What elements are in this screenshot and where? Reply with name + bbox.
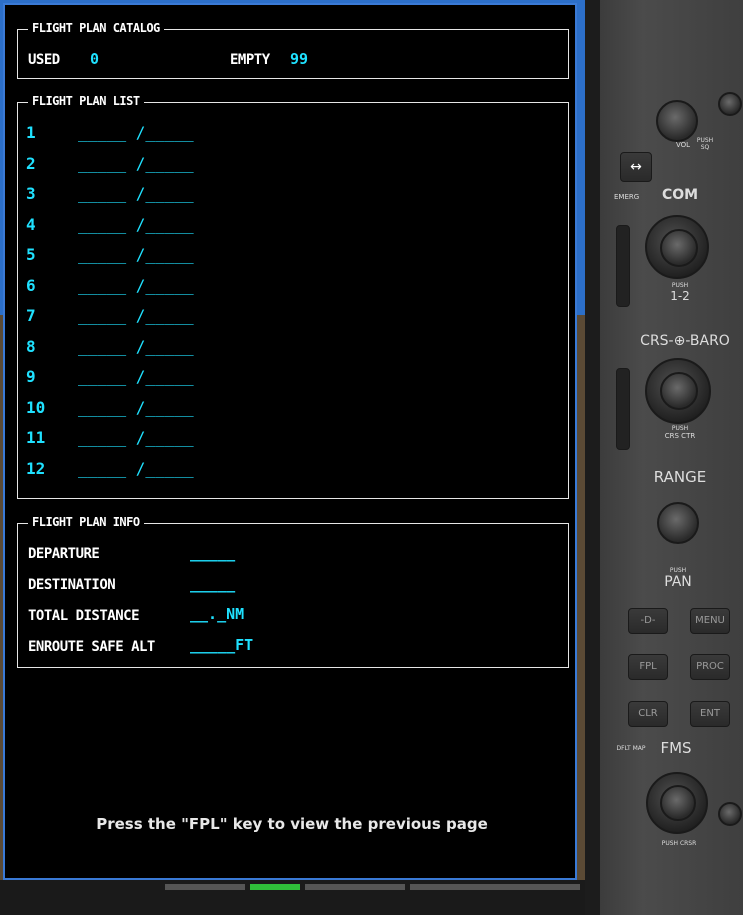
pan-label: PAN <box>664 574 692 590</box>
left-slot-1 <box>616 225 630 307</box>
crs-push-label: PUSH <box>671 425 689 432</box>
pan-push-label: PUSH <box>669 567 687 574</box>
right-bezel: VOL PUSH SQ ↔ EMERG COM PUSH 1-2 CRS-⊕-B… <box>600 0 743 915</box>
com-push-value: 1-2 <box>670 289 690 303</box>
flight-plan-catalog-page: FLIGHT PLAN CATALOG USED 0 EMPTY 99 FLIG… <box>3 3 577 880</box>
left-slot-2 <box>616 368 630 450</box>
flight-plan-number: 10 <box>26 397 46 417</box>
flight-plan-number: 11 <box>26 428 46 447</box>
enroute-safe-alt-label: ENROUTE SAFE ALT <box>28 639 155 655</box>
ent-key[interactable]: ENT <box>690 701 730 727</box>
small-knob-top-right[interactable] <box>718 92 742 116</box>
flight-plan-entry: _____ /_____ <box>78 367 194 386</box>
flight-plan-list-row[interactable]: 4 _____ /_____ <box>26 215 326 243</box>
flight-plan-list-title: FLIGHT PLAN LIST <box>28 94 144 108</box>
enroute-safe-alt-value: _____FT <box>190 636 254 654</box>
flight-plan-number: 8 <box>26 336 36 356</box>
flight-plan-info-title: FLIGHT PLAN INFO <box>28 515 144 529</box>
menu-key[interactable]: MENU <box>690 608 730 634</box>
crs-push-value: CRS CTR <box>664 432 696 440</box>
fpl-key[interactable]: FPL <box>628 654 668 680</box>
used-label: USED <box>28 52 60 68</box>
vol-push-label: PUSH SQ <box>696 137 714 151</box>
flight-plan-number: 5 <box>26 245 36 264</box>
flight-plan-number: 7 <box>26 306 36 325</box>
direct-to-key[interactable]: -D- <box>628 608 668 634</box>
flight-plan-list-row[interactable]: 8 _____ /_____ <box>26 337 326 365</box>
fms-label: FMS <box>660 739 692 757</box>
flight-plan-number: 1 <box>26 123 36 142</box>
bottom-softkey-strip <box>0 880 585 915</box>
flight-plan-number: 12 <box>26 458 46 478</box>
emerg-label: EMERG <box>614 193 640 201</box>
flight-plan-list-row[interactable]: 10 _____ /_____ <box>26 398 326 426</box>
flight-plan-entry: _____ /_____ <box>78 245 194 264</box>
flight-plan-number: 3 <box>26 184 36 203</box>
total-distance-value: __._NM <box>190 605 245 623</box>
flight-plan-list-row[interactable]: 5 _____ /_____ <box>26 245 326 273</box>
flight-plan-list-row[interactable]: 6 _____ /_____ <box>26 276 326 304</box>
flight-plan-list-row[interactable]: 1 _____ /_____ <box>26 123 326 151</box>
flight-plan-entry: _____ /_____ <box>78 428 194 447</box>
catalog-title: FLIGHT PLAN CATALOG <box>28 21 164 35</box>
dflt-map-label: DFLT MAP <box>616 745 646 752</box>
departure-label: DEPARTURE <box>28 546 100 562</box>
flight-plan-entry: _____ /_____ <box>78 214 194 234</box>
flight-plan-list-row[interactable]: 12 _____ /_____ <box>26 459 326 487</box>
com-push-label: PUSH <box>671 282 689 289</box>
destination-label: DESTINATION <box>28 577 116 593</box>
flight-plan-entry: _____ /_____ <box>78 336 194 356</box>
small-knob-bottom-right[interactable] <box>718 802 742 826</box>
flight-plan-entry: _____ /_____ <box>78 306 194 325</box>
flight-plan-entry: _____ /_____ <box>78 397 194 417</box>
flight-plan-list-row[interactable]: 7 _____ /_____ <box>26 306 326 334</box>
flight-plan-entry: _____ /_____ <box>78 458 194 478</box>
proc-key[interactable]: PROC <box>690 654 730 680</box>
flight-plan-entry: _____ /_____ <box>78 184 194 203</box>
flight-plan-number: 6 <box>26 275 36 295</box>
vol-label: VOL <box>676 141 691 149</box>
flight-plan-number: 2 <box>26 153 36 173</box>
departure-value: _____ <box>190 544 236 562</box>
flight-plan-list-row[interactable]: 2 _____ /_____ <box>26 154 326 182</box>
com-label: COM <box>661 187 699 203</box>
empty-value: 99 <box>290 50 309 68</box>
crs-baro-knob-inner[interactable] <box>660 372 698 410</box>
crs-baro-label: CRS-⊕-BARO <box>640 333 730 349</box>
destination-value: _____ <box>190 575 236 593</box>
com-knob-inner[interactable] <box>660 229 698 267</box>
footer-message: Press the "FPL" key to view the previous… <box>96 815 488 833</box>
fms-knob-inner[interactable] <box>660 785 696 821</box>
flight-plan-list-row[interactable]: 3 _____ /_____ <box>26 184 326 212</box>
flight-plan-list-row[interactable]: 9 _____ /_____ <box>26 367 326 395</box>
push-crsr-label: PUSH CRSR <box>661 840 697 847</box>
empty-label: EMPTY <box>230 52 270 68</box>
catalog-section: FLIGHT PLAN CATALOG USED 0 EMPTY 99 <box>17 21 569 79</box>
bezel-edge <box>585 0 600 915</box>
used-value: 0 <box>90 50 100 68</box>
flight-plan-entry: _____ /_____ <box>78 153 194 173</box>
vol-knob[interactable] <box>656 100 698 142</box>
total-distance-label: TOTAL DISTANCE <box>28 608 140 624</box>
flight-plan-info-section: FLIGHT PLAN INFO DEPARTURE _____ DESTINA… <box>17 515 569 668</box>
flight-plan-entry: _____ /_____ <box>78 275 194 295</box>
com-swap-button[interactable]: ↔ <box>620 152 652 182</box>
flight-plan-number: 9 <box>26 367 36 386</box>
range-label: RANGE <box>653 468 707 486</box>
flight-plan-entry: _____ /_____ <box>78 123 194 142</box>
range-joystick[interactable] <box>657 502 699 544</box>
flight-plan-list-row[interactable]: 11 _____ /_____ <box>26 428 326 456</box>
flight-plan-number: 4 <box>26 214 36 234</box>
clr-key[interactable]: CLR <box>628 701 668 727</box>
flight-plan-list-section: FLIGHT PLAN LIST 1 _____ /_____ 2 _____ /__… <box>17 94 569 499</box>
